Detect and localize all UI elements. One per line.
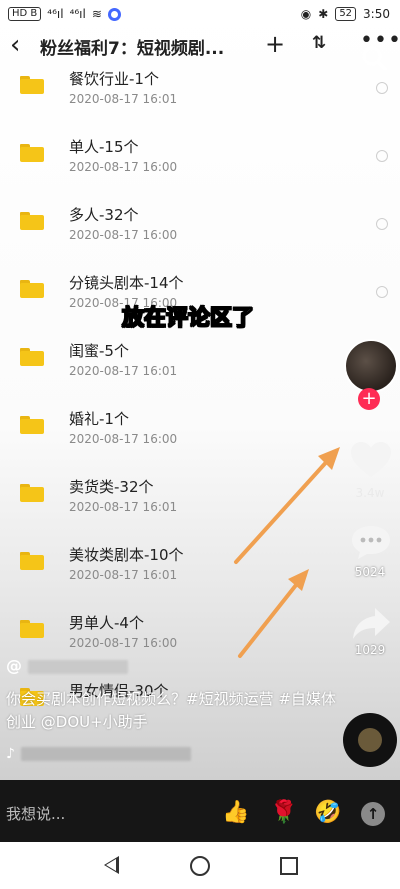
like-icon[interactable] — [349, 440, 393, 480]
follow-button[interactable]: + — [358, 388, 380, 410]
nav-home-icon[interactable] — [190, 856, 210, 876]
music-info[interactable]: ♪ — [6, 746, 191, 762]
music-title-blurred — [20, 747, 191, 761]
system-nav-bar — [0, 842, 400, 889]
search-icon[interactable] — [360, 44, 388, 72]
rose-emoji-icon[interactable]: 🌹 — [270, 800, 297, 825]
comment-count: 5024 — [354, 565, 386, 579]
thumbs-up-emoji-icon[interactable]: 👍 — [222, 800, 249, 825]
video-screen: HD B ⁴⁶ıl ⁴⁶ıl ≋ ◉ ✱ 52 3:50 ‹ 粉丝福利7：短视频… — [0, 0, 400, 889]
author-name-blurred — [27, 659, 128, 674]
nav-back-icon[interactable] — [104, 856, 119, 874]
arrow-to-comment — [238, 578, 302, 658]
send-icon[interactable]: ↑ — [361, 802, 385, 826]
share-icon[interactable] — [349, 603, 393, 643]
author-avatar[interactable] — [344, 339, 398, 393]
author-at: @ — [6, 656, 22, 675]
arrow-to-like — [234, 456, 332, 564]
comment-icon[interactable] — [349, 522, 393, 562]
music-note-icon: ♪ — [6, 746, 15, 762]
author-name[interactable]: @ — [6, 656, 128, 675]
like-count: 3.4w — [355, 486, 385, 500]
arrow-head-comment — [288, 569, 309, 591]
video-description[interactable]: 你会买剧本创作短视频么？#短视频运营 #自媒体创业 @DOU+小助手 — [6, 688, 336, 734]
comment-input[interactable]: 我想说... — [6, 803, 65, 824]
music-disc-cover — [358, 728, 382, 752]
laughing-emoji-icon[interactable]: 🤣 — [314, 800, 341, 825]
overlay-caption: 放在评论区了 — [121, 306, 255, 332]
nav-recent-icon[interactable] — [280, 857, 298, 875]
comment-bar: 我想说... 👍 🌹 🤣 ↑ — [0, 780, 400, 842]
share-count: 1029 — [354, 643, 386, 657]
